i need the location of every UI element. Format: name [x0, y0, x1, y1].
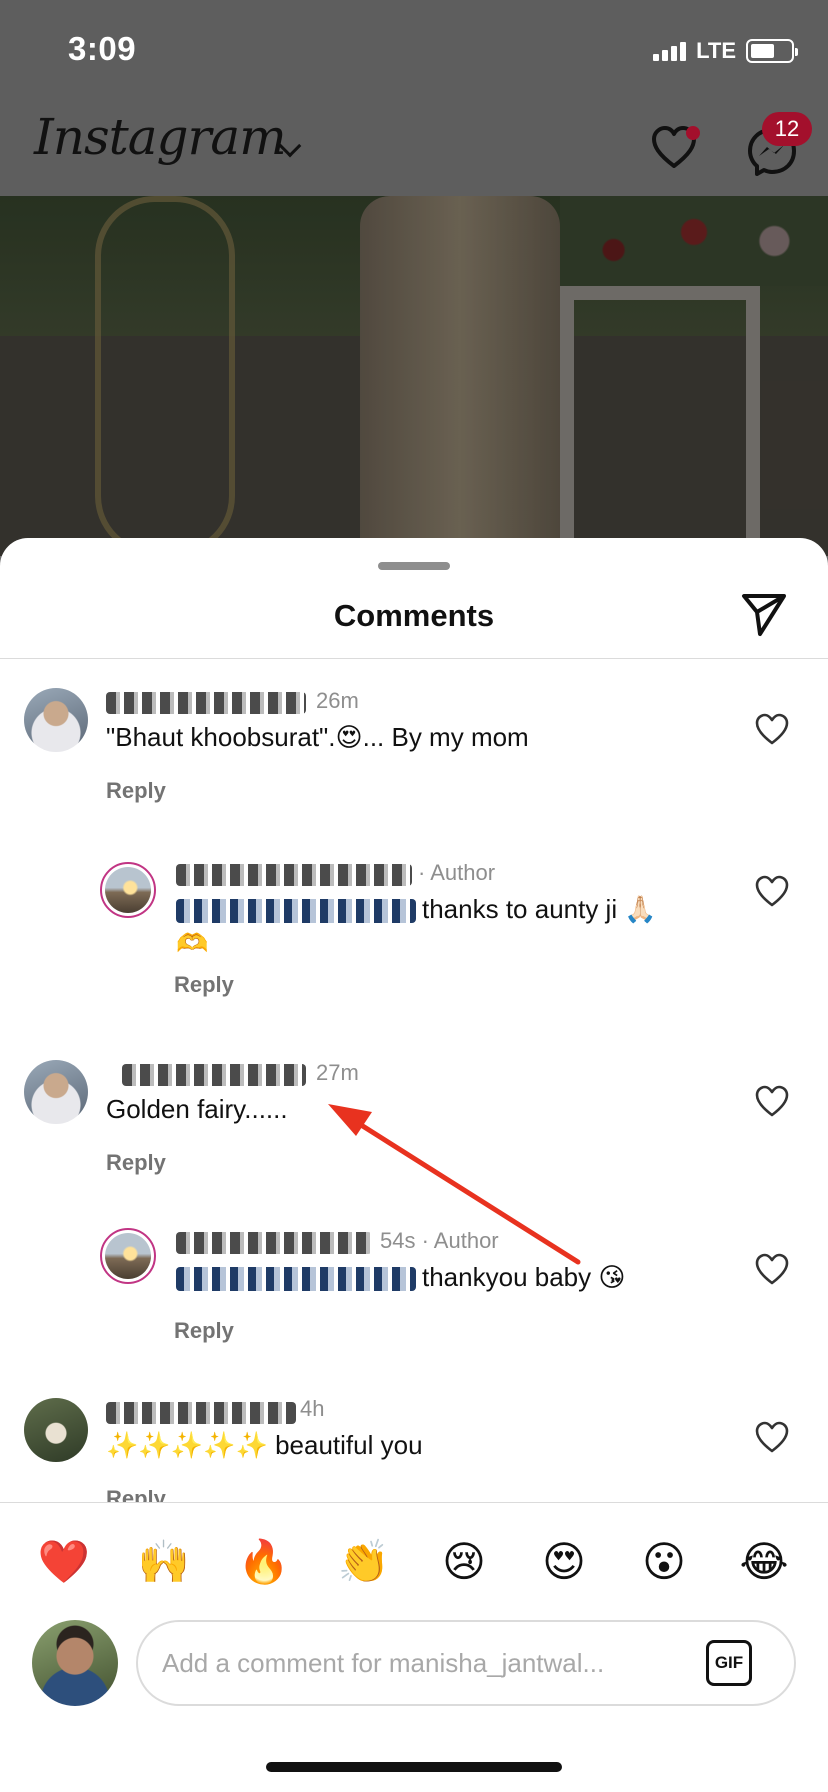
status-bar: 3:09 LTE: [0, 0, 828, 100]
emoji-clap[interactable]: 👏: [334, 1537, 394, 1587]
reply-button[interactable]: Reply: [174, 972, 234, 998]
author-label: 54s · Author: [380, 1228, 499, 1253]
messages-badge: 12: [762, 112, 812, 146]
author-label: · Author: [418, 860, 496, 885]
reply-button[interactable]: Reply: [106, 1150, 166, 1176]
avatar[interactable]: [24, 1398, 88, 1462]
comment-text-continued: 🫶: [176, 928, 209, 958]
author-avatar[interactable]: [100, 1228, 156, 1284]
like-heart-icon[interactable]: [754, 1252, 790, 1286]
like-heart-icon[interactable]: [754, 712, 790, 746]
sheet-grabber[interactable]: [378, 562, 450, 570]
emoji-heart-eyes[interactable]: 😍: [534, 1537, 594, 1586]
avatar[interactable]: [24, 1060, 88, 1124]
like-heart-icon[interactable]: [754, 1420, 790, 1454]
comment-time: 27m: [316, 1060, 359, 1085]
mention-redacted[interactable]: [176, 899, 416, 924]
username-redacted[interactable]: [176, 1232, 372, 1254]
notification-dot: [686, 126, 700, 140]
emoji-fire[interactable]: 🔥: [234, 1537, 294, 1587]
comment-input[interactable]: Add a comment for manisha_jantwal...: [136, 1620, 796, 1706]
signal-icon: [653, 41, 687, 61]
username-redacted[interactable]: [106, 692, 306, 714]
comment-text: Golden fairy......: [106, 1094, 288, 1124]
emoji-crying[interactable]: 😢: [434, 1537, 494, 1586]
emoji-heart[interactable]: ❤️: [34, 1537, 94, 1587]
comment-text: thanks to aunty ji 🙏🏻: [176, 894, 657, 925]
emoji-surprised[interactable]: 😮: [634, 1537, 694, 1586]
share-icon[interactable]: [738, 588, 790, 640]
status-time: 3:09: [68, 30, 137, 67]
home-indicator[interactable]: [266, 1762, 562, 1772]
reply-button[interactable]: Reply: [106, 778, 166, 804]
current-user-avatar[interactable]: [32, 1620, 118, 1706]
post-photo: [0, 196, 828, 556]
comment-text: thankyou baby 😘: [176, 1262, 625, 1293]
comment-time: 4h: [300, 1396, 325, 1421]
comment-time: 26m: [316, 688, 359, 713]
network-label: LTE: [696, 38, 736, 63]
reply-button[interactable]: Reply: [174, 1318, 234, 1344]
sheet-title: Comments: [333, 598, 495, 633]
comment-composer: Add a comment for manisha_jantwal... GIF: [0, 1620, 828, 1730]
username-redacted[interactable]: [106, 1402, 296, 1424]
emoji-laughing[interactable]: 😂: [734, 1537, 794, 1586]
username-redacted[interactable]: [122, 1064, 306, 1086]
status-icons: LTE: [653, 38, 798, 64]
battery-icon: [746, 39, 798, 63]
author-avatar[interactable]: [100, 862, 156, 918]
comment-text: ✨✨✨✨✨ beautiful you: [106, 1430, 423, 1460]
app-header: Instagram 12: [0, 100, 828, 196]
mention-redacted[interactable]: [176, 1267, 416, 1292]
emoji-raised-hands[interactable]: 🙌: [134, 1537, 194, 1587]
gif-button[interactable]: GIF: [706, 1640, 752, 1686]
like-heart-icon[interactable]: [754, 874, 790, 908]
instagram-logo[interactable]: Instagram: [34, 108, 287, 166]
divider: [0, 658, 828, 659]
like-heart-icon[interactable]: [754, 1084, 790, 1118]
username-redacted[interactable]: [176, 864, 412, 886]
comment-text: "Bhaut khoobsurat".😍... By my mom: [106, 722, 529, 752]
avatar[interactable]: [24, 688, 88, 752]
emoji-reaction-bar: ❤️ 🙌 🔥 👏 😢 😍 😮 😂: [0, 1502, 828, 1620]
